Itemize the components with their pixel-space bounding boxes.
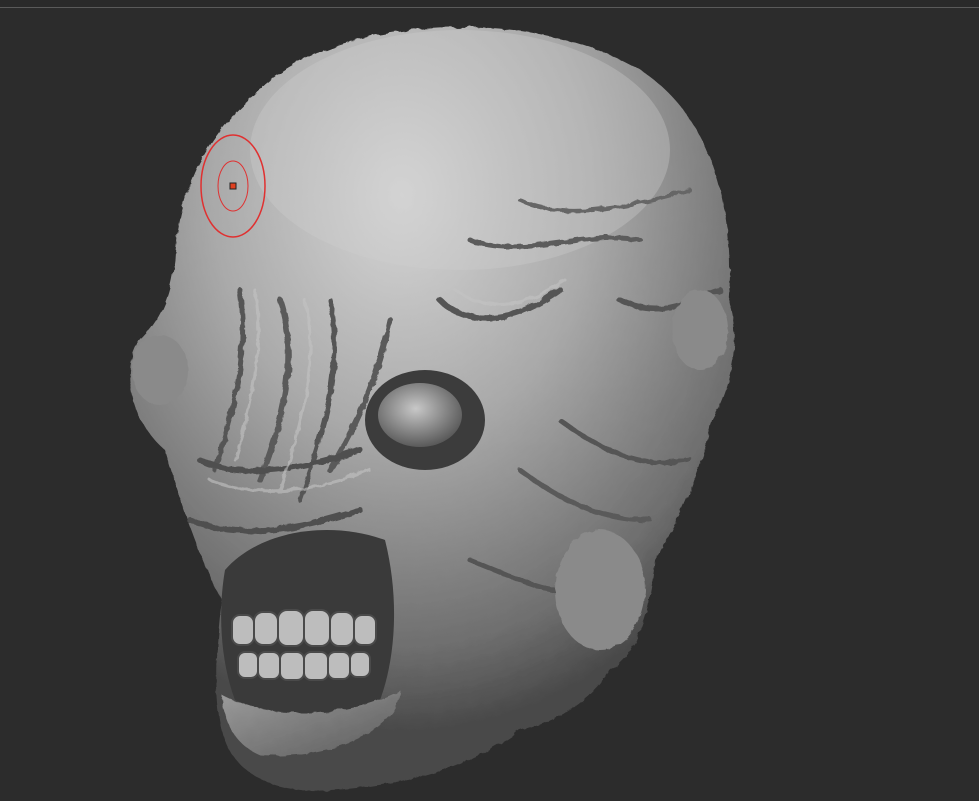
top-rule bbox=[0, 0, 979, 8]
eyeball bbox=[378, 383, 462, 447]
cranium-highlight bbox=[250, 30, 670, 270]
sculpt-viewport[interactable] bbox=[0, 8, 979, 801]
model-canvas[interactable] bbox=[0, 8, 979, 801]
